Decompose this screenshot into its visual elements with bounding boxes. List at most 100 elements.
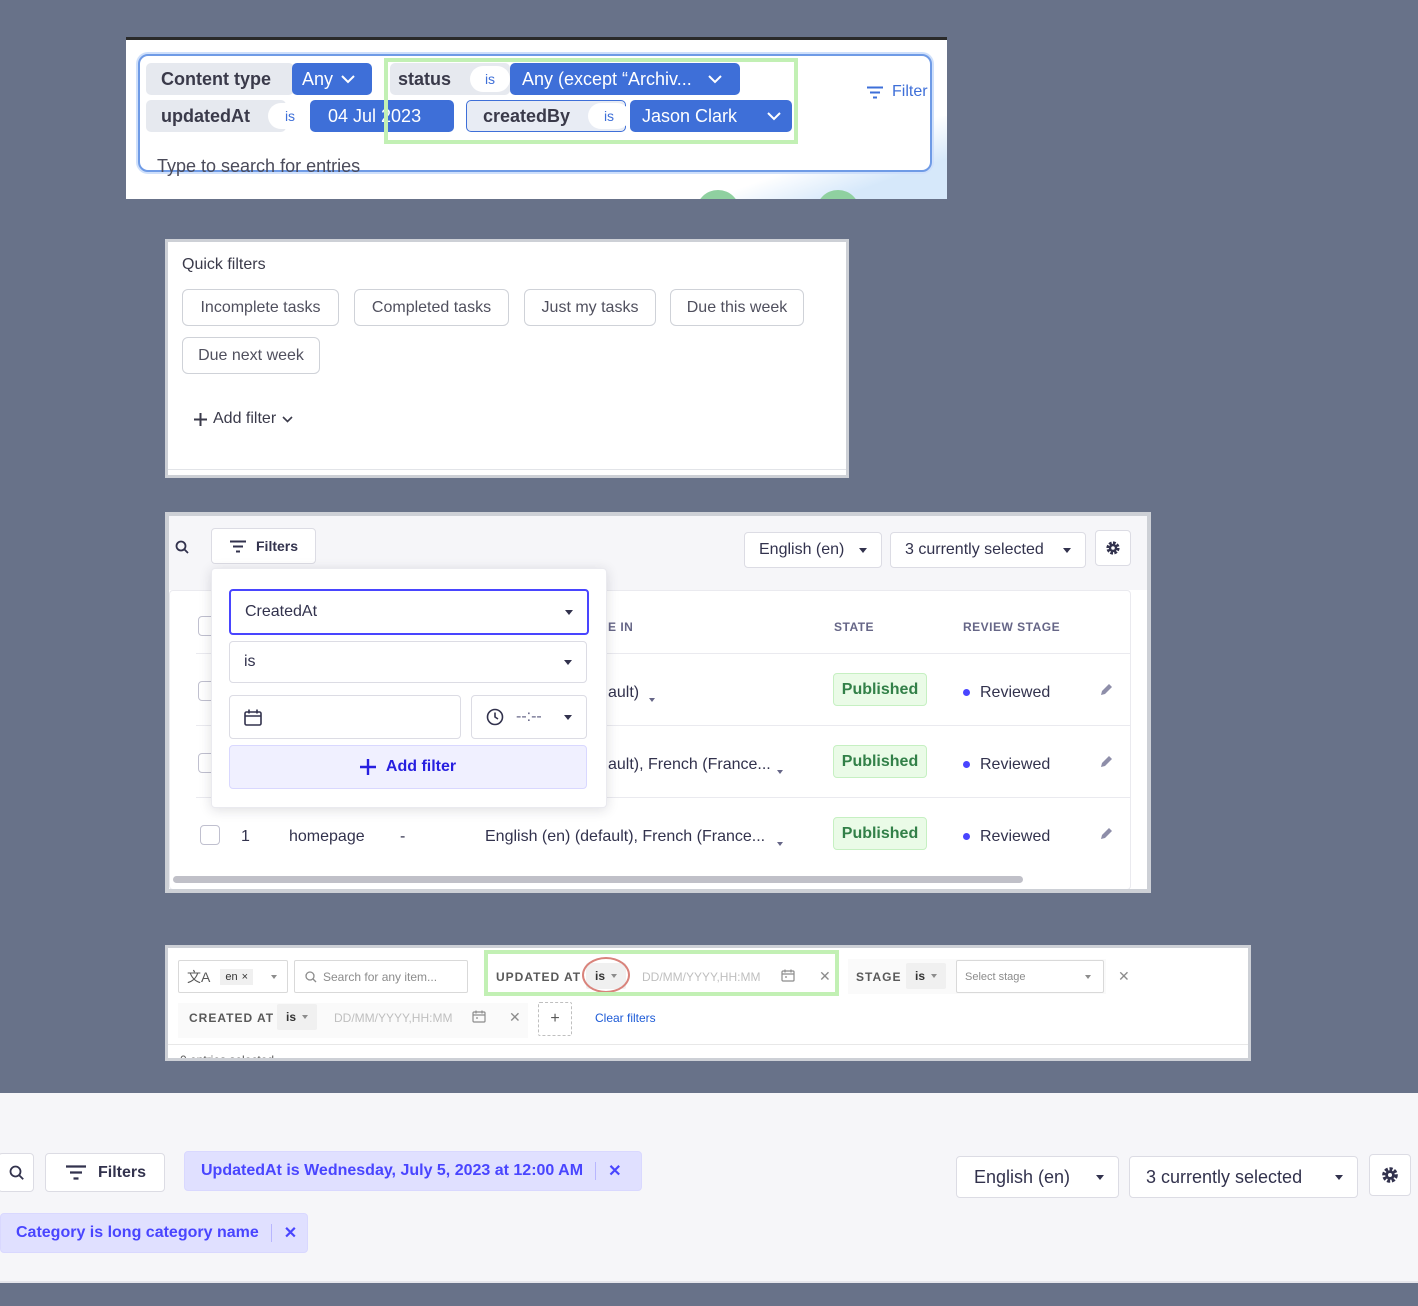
stage-select[interactable]: Select stage: [956, 960, 1104, 993]
plus-icon: +: [550, 1010, 560, 1027]
locale-tag[interactable]: en ×: [220, 968, 254, 985]
row-placeholder: -: [400, 828, 406, 845]
add-filter-button[interactable]: +: [538, 1002, 572, 1036]
filter-lines-icon: [66, 1165, 86, 1180]
columns-select[interactable]: 3 currently selected: [890, 532, 1086, 568]
caret-down-icon: [564, 715, 572, 720]
created-at-date-input[interactable]: DD/MM/YYYY,HH:MM: [334, 1011, 452, 1025]
remove-filter-icon[interactable]: ✕: [819, 968, 831, 985]
content-manager-panel: Filters English (en) 3 currently selecte…: [165, 512, 1151, 893]
calendar-icon[interactable]: [472, 1010, 486, 1023]
row-checkbox[interactable]: [200, 825, 220, 845]
row-available-in[interactable]: ault): [608, 684, 639, 702]
caret-down-icon: [1096, 1175, 1104, 1180]
created-at-operator[interactable]: is: [277, 1004, 317, 1030]
caret-down-icon: [565, 610, 573, 615]
field-select[interactable]: CreatedAt: [229, 589, 589, 635]
updated-at-date[interactable]: 04 Jul 2023: [310, 100, 454, 132]
caret-down-icon[interactable]: [777, 761, 783, 779]
caret-down-icon: [1335, 1175, 1343, 1180]
caret-down-icon[interactable]: [649, 689, 655, 707]
stage-dot-icon: [963, 833, 970, 841]
filters-button[interactable]: Filters: [45, 1153, 165, 1192]
filter-lines-icon: [866, 86, 884, 99]
divider: [168, 469, 846, 470]
horizontal-scrollbar[interactable]: [173, 876, 1023, 883]
updated-at-date-input[interactable]: DD/MM/YYYY,HH:MM: [642, 970, 760, 984]
updated-at-filter-label: updatedAt: [146, 100, 286, 132]
clock-icon: [486, 708, 504, 726]
calendar-icon[interactable]: [781, 969, 795, 982]
edit-pencil-icon[interactable]: [1100, 754, 1114, 768]
operator-select[interactable]: is: [229, 641, 587, 683]
active-filter-tag[interactable]: UpdatedAt is Wednesday, July 5, 2023 at …: [184, 1151, 642, 1191]
chevron-down-icon: [282, 415, 293, 423]
add-filter-button[interactable]: Add filter: [229, 745, 587, 789]
updated-at-label: UPDATED AT: [496, 970, 582, 984]
gear-icon: [1381, 1166, 1399, 1184]
translate-icon: 文A: [187, 968, 211, 985]
quick-filters-title: Quick filters: [182, 256, 266, 273]
edit-pencil-icon[interactable]: [1100, 682, 1114, 696]
gear-icon: [1105, 540, 1121, 556]
row-name: homepage: [289, 828, 365, 845]
search-input[interactable]: Search for any item...: [294, 960, 468, 993]
search-filter-box[interactable]: Content type Any status is Any (except “…: [138, 54, 932, 176]
status-badge: Published: [833, 817, 927, 850]
divider: [168, 1044, 1248, 1045]
caret-down-icon: [1063, 548, 1071, 553]
stage-label: STAGE: [856, 970, 902, 984]
updated-at-operator[interactable]: is: [268, 103, 312, 129]
time-input[interactable]: --:--: [471, 695, 587, 739]
content-type-filter-label: Content type: [146, 63, 294, 95]
locale-select[interactable]: 文A en ×: [178, 960, 288, 993]
remove-filter-icon[interactable]: ✕: [509, 1009, 521, 1026]
chip-completed-tasks[interactable]: Completed tasks: [354, 289, 509, 326]
stage-dot-icon: [963, 761, 970, 769]
row-available-in[interactable]: ault), French (France...: [608, 756, 771, 774]
search-input[interactable]: Type to search for entries: [157, 156, 360, 177]
caret-down-icon[interactable]: [777, 833, 783, 851]
review-stage: Reviewed: [963, 756, 1050, 774]
chip-just-my-tasks[interactable]: Just my tasks: [524, 289, 656, 326]
close-icon[interactable]: ✕: [284, 1223, 297, 1243]
close-icon[interactable]: ×: [242, 971, 248, 983]
locale-select[interactable]: English (en): [956, 1156, 1119, 1198]
status-operator[interactable]: is: [470, 66, 510, 92]
chevron-down-icon: [708, 74, 722, 84]
plus-icon: [194, 412, 207, 426]
caret-down-icon: [271, 975, 277, 979]
quick-filters-panel: Quick filters Incomplete tasks Completed…: [165, 239, 849, 478]
filter-bar-panel-4: 文A en × Search for any item... UPDATED AT…: [165, 945, 1251, 1061]
stage-operator[interactable]: is: [906, 963, 946, 989]
chip-due-this-week[interactable]: Due this week: [670, 289, 804, 326]
filters-button[interactable]: Filters: [211, 528, 316, 564]
columns-select[interactable]: 3 currently selected: [1129, 1156, 1358, 1198]
remove-filter-icon[interactable]: ✕: [1118, 968, 1130, 985]
search-icon: [9, 1165, 24, 1180]
locale-select[interactable]: English (en): [744, 532, 882, 568]
active-filter-tag[interactable]: Category is long category name ✕: [0, 1213, 308, 1253]
search-icon[interactable]: [175, 540, 189, 554]
search-button[interactable]: [0, 1153, 34, 1192]
clear-filters-link[interactable]: Clear filters: [595, 1011, 656, 1025]
filter-button[interactable]: Filter: [866, 83, 928, 101]
status-badge: Published: [833, 745, 927, 778]
created-by-dropdown[interactable]: Jason Clark: [630, 100, 792, 132]
chip-due-next-week[interactable]: Due next week: [182, 337, 320, 374]
settings-button[interactable]: [1095, 530, 1131, 566]
content-type-dropdown[interactable]: Any: [292, 63, 372, 95]
status-dropdown[interactable]: Any (except “Archiv...: [510, 63, 740, 95]
column-header-available-in: E IN: [608, 620, 634, 634]
created-by-operator[interactable]: is: [588, 103, 630, 129]
date-input[interactable]: [229, 695, 461, 739]
row-available-in[interactable]: English (en) (default), French (France..…: [485, 828, 765, 846]
edit-pencil-icon[interactable]: [1100, 826, 1114, 840]
settings-button[interactable]: [1369, 1154, 1411, 1196]
chip-incomplete-tasks[interactable]: Incomplete tasks: [182, 289, 339, 326]
add-filter-button[interactable]: Add filter: [194, 410, 293, 428]
column-header-review-stage: REVIEW STAGE: [963, 620, 1061, 634]
review-stage: Reviewed: [963, 828, 1050, 846]
close-icon[interactable]: ✕: [608, 1161, 621, 1181]
entries-selected-text: 0 entries selected: [180, 1053, 275, 1061]
